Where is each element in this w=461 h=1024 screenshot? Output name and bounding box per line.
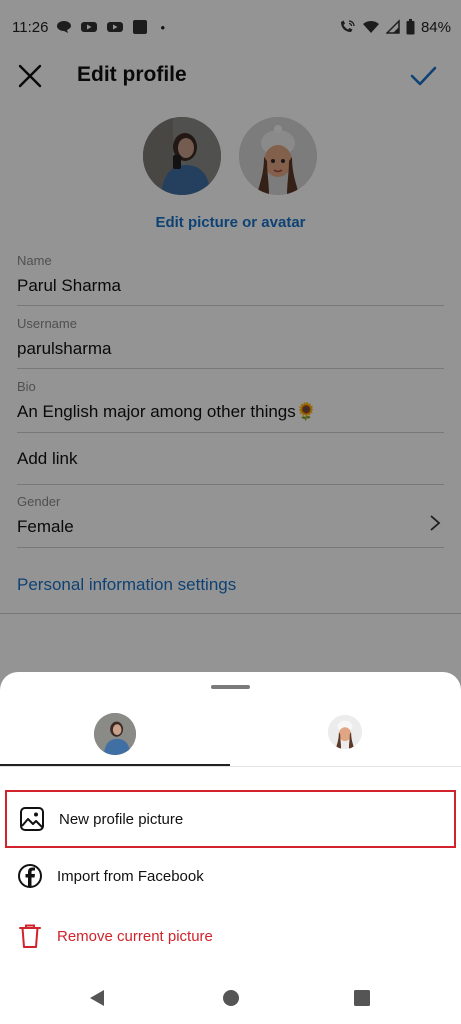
tab-divider (0, 766, 461, 767)
system-nav-bar (0, 972, 461, 1024)
new-profile-picture-option[interactable]: New profile picture (5, 790, 456, 848)
remove-current-picture-option[interactable]: Remove current picture (5, 907, 456, 965)
back-icon[interactable] (88, 989, 106, 1007)
import-from-facebook-option[interactable]: Import from Facebook (5, 847, 456, 905)
new-profile-picture-label: New profile picture (59, 810, 184, 828)
import-from-facebook-label: Import from Facebook (57, 867, 204, 885)
home-icon[interactable] (222, 989, 240, 1007)
tab-avatar-image (328, 715, 362, 749)
trash-icon (19, 924, 41, 948)
tab-profile-picture[interactable] (0, 702, 230, 766)
recents-icon[interactable] (353, 989, 371, 1007)
tab-avatar[interactable] (231, 702, 461, 766)
image-icon (20, 807, 44, 831)
drag-handle[interactable] (211, 685, 250, 689)
tab-profile-photo-avatar (94, 713, 136, 755)
facebook-icon (18, 864, 42, 888)
remove-current-picture-label: Remove current picture (57, 927, 213, 945)
